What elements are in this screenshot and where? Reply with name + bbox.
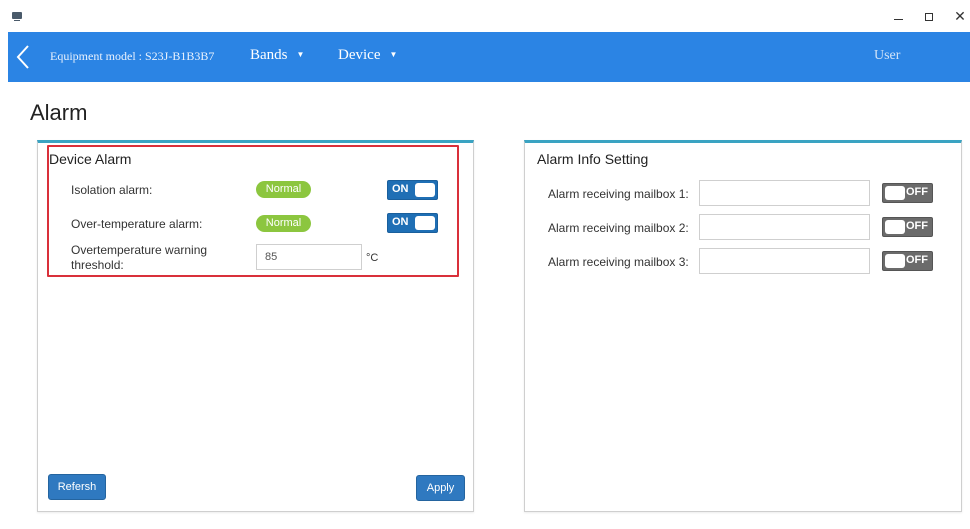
over-temperature-status-badge: Normal	[256, 215, 311, 232]
bands-menu[interactable]: Bands ▼	[250, 47, 304, 64]
isolation-alarm-label: Isolation alarm:	[71, 183, 153, 197]
mailbox-1-input[interactable]	[699, 180, 870, 206]
mailbox-1-label: Alarm receiving mailbox 1:	[548, 187, 689, 201]
mailbox-2-input[interactable]	[699, 214, 870, 240]
device-alarm-heading: Device Alarm	[49, 151, 132, 167]
alarm-info-heading: Alarm Info Setting	[537, 151, 649, 167]
mailbox-2-toggle[interactable]: OFF	[882, 217, 933, 237]
minimize-button[interactable]	[889, 8, 909, 26]
over-temperature-alarm-toggle[interactable]: ON	[387, 213, 438, 233]
device-menu[interactable]: Device ▼	[338, 47, 397, 64]
caret-down-icon: ▼	[296, 50, 305, 59]
toggle-knob	[415, 216, 435, 230]
apply-button[interactable]: Apply	[416, 475, 465, 501]
toggle-state-label: OFF	[906, 186, 928, 198]
close-icon: ✕	[954, 9, 966, 25]
toggle-knob	[885, 254, 905, 268]
user-menu[interactable]: User	[874, 48, 900, 64]
mailbox-3-label: Alarm receiving mailbox 3:	[548, 255, 689, 269]
toggle-state-label: OFF	[906, 220, 928, 232]
toggle-state-label: ON	[392, 216, 409, 228]
toggle-knob	[885, 186, 905, 200]
device-menu-label: Device	[338, 47, 381, 63]
isolation-status-badge: Normal	[256, 181, 311, 198]
caret-down-icon: ▼	[389, 50, 398, 59]
toggle-knob	[415, 183, 435, 197]
mailbox-3-toggle[interactable]: OFF	[882, 251, 933, 271]
threshold-label: Overtemperature warning threshold:	[71, 243, 208, 272]
page-title: Alarm	[30, 100, 88, 125]
over-temperature-alarm-label: Over-temperature alarm:	[71, 217, 203, 231]
toggle-state-label: OFF	[906, 254, 928, 266]
isolation-alarm-toggle[interactable]: ON	[387, 180, 438, 200]
close-button[interactable]: ✕	[950, 8, 970, 26]
mailbox-3-input[interactable]	[699, 248, 870, 274]
maximize-button[interactable]	[919, 8, 939, 26]
window-titlebar: ✕	[0, 0, 970, 32]
minimize-icon	[894, 19, 903, 20]
equipment-model: Equipment model : S23J-B1B3B7	[50, 49, 215, 63]
toggle-knob	[885, 220, 905, 234]
top-navbar: Equipment model : S23J-B1B3B7 Bands ▼ Dev…	[8, 32, 970, 82]
mailbox-2-label: Alarm receiving mailbox 2:	[548, 221, 689, 235]
refresh-button[interactable]: Refersh	[48, 474, 106, 500]
toggle-state-label: ON	[392, 183, 409, 195]
app-icon	[12, 12, 22, 21]
mailbox-1-toggle[interactable]: OFF	[882, 183, 933, 203]
threshold-input[interactable]: 85	[256, 244, 362, 270]
bands-menu-label: Bands	[250, 47, 288, 63]
maximize-icon	[925, 13, 933, 21]
threshold-unit: °C	[366, 252, 379, 264]
chevron-left-icon	[16, 45, 29, 69]
back-button[interactable]	[10, 32, 40, 82]
